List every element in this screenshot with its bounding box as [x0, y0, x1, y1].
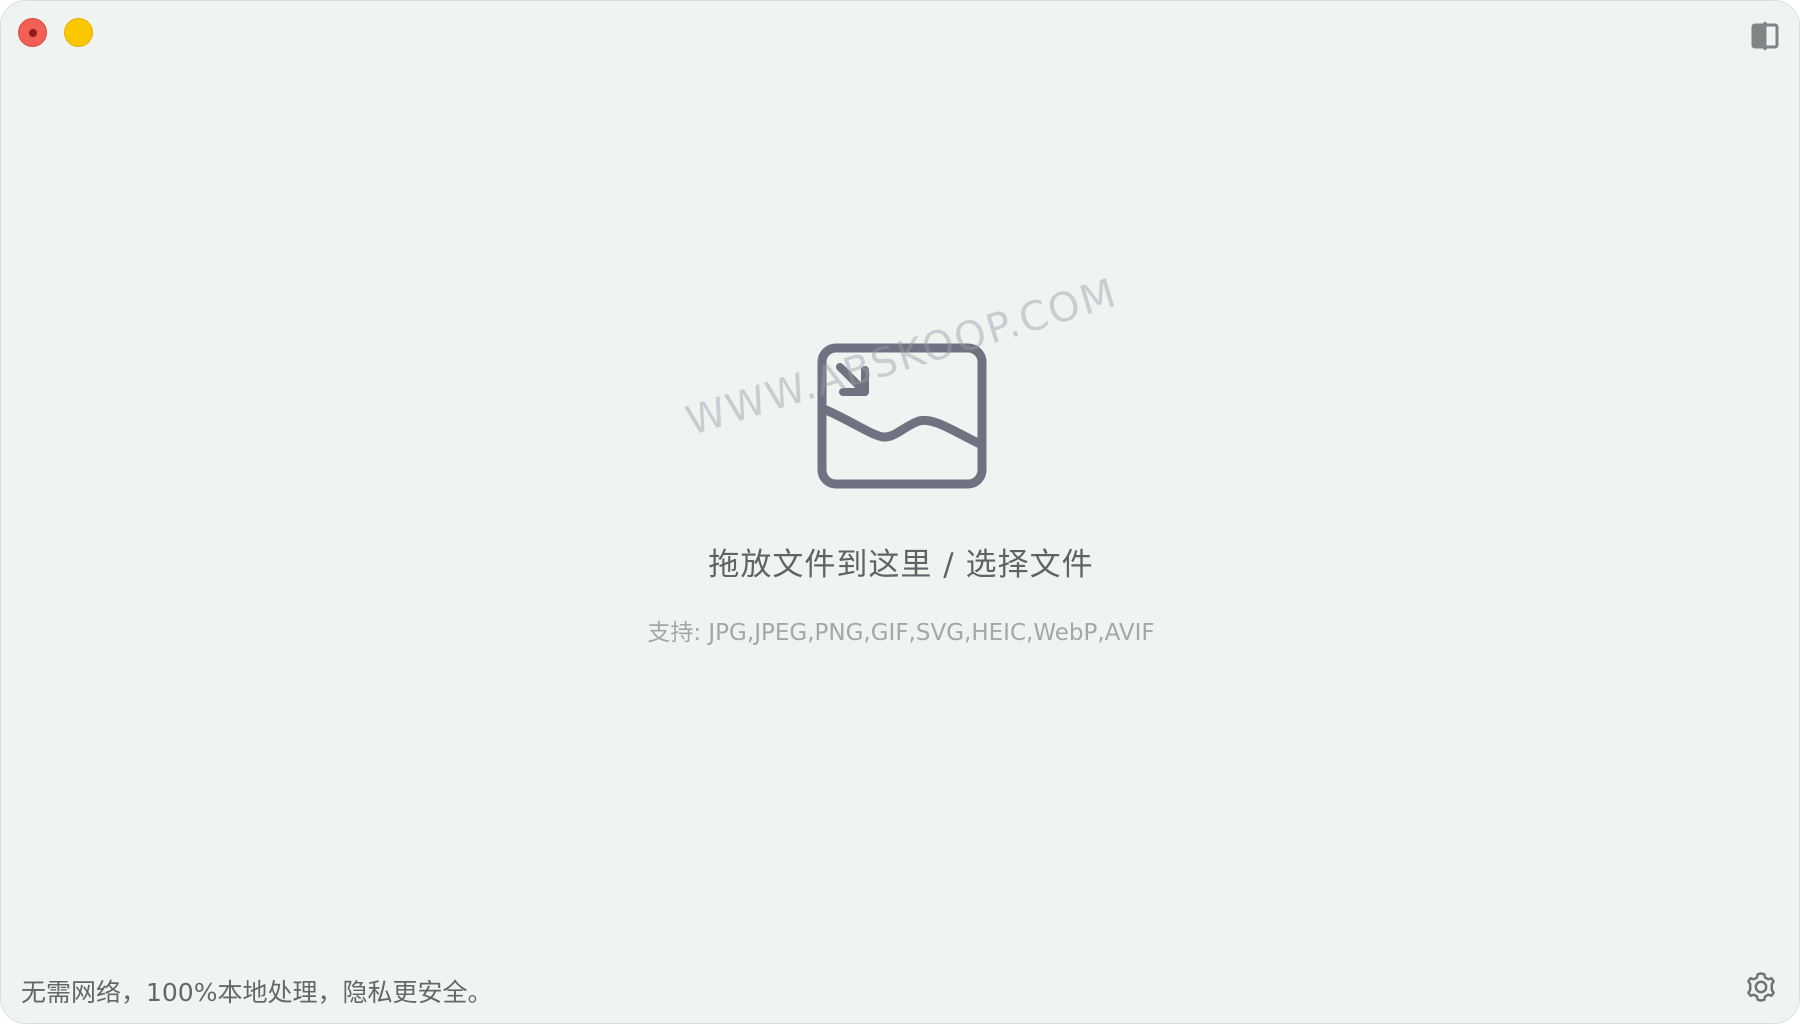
app-window: 拖放文件到这里 / 选择文件 支持: JPG,JPEG,PNG,GIF,SVG,…	[0, 0, 1800, 1024]
sidebar-toggle-button[interactable]	[1750, 21, 1780, 51]
minimize-button[interactable]	[64, 18, 93, 47]
close-dot-icon	[29, 29, 37, 37]
supported-formats: 支持: JPG,JPEG,PNG,GIF,SVG,HEIC,WebP,AVIF	[647, 620, 1155, 646]
drop-instruction[interactable]: 拖放文件到这里 / 选择文件	[561, 539, 1241, 584]
title-bar	[1, 1, 1799, 65]
sidebar-toggle-icon	[1751, 22, 1779, 50]
settings-button[interactable]	[1743, 969, 1779, 1005]
close-button[interactable]	[18, 18, 47, 47]
gear-icon	[1747, 972, 1775, 1002]
privacy-note: 无需网络，100%本地处理，隐私更安全。	[21, 978, 493, 1007]
